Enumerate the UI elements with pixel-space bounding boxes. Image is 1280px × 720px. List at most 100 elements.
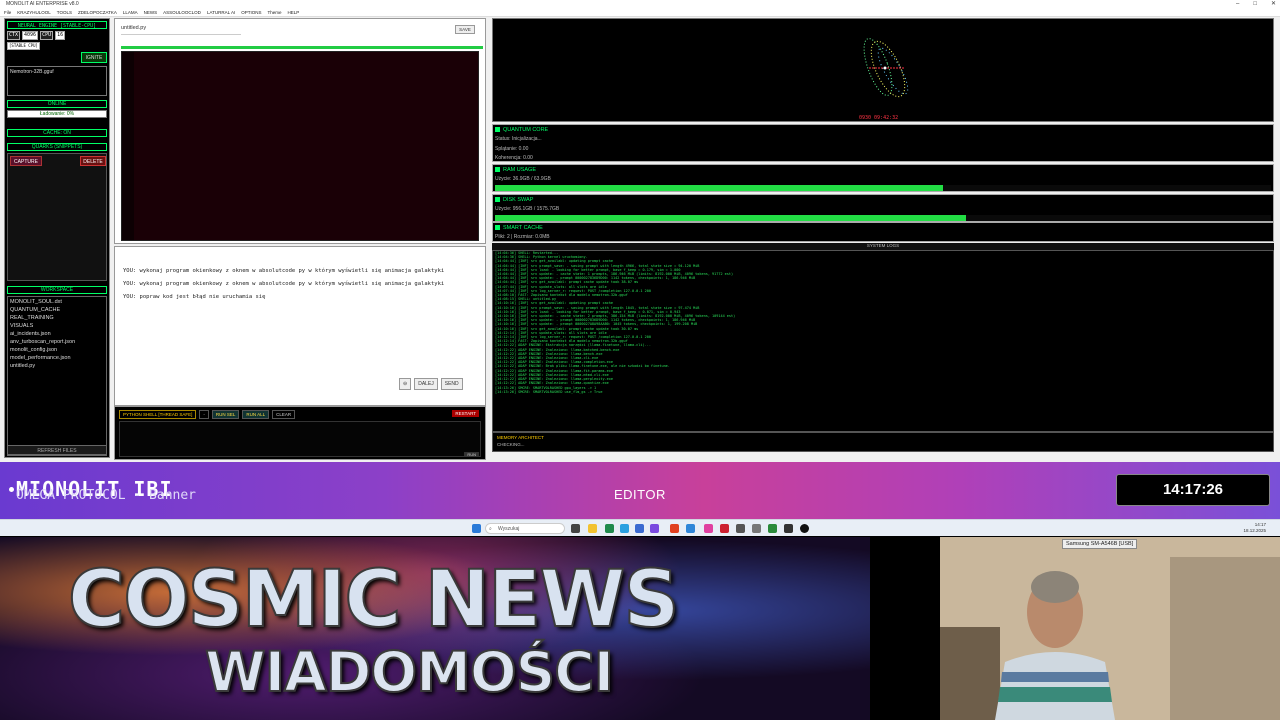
cosmic-news-graphic: COSMIC NEWS WIADOMOŚCI [0, 537, 870, 720]
refresh-files-button[interactable]: REFRESH FILES [7, 445, 107, 455]
menu-laturral-ai[interactable]: LATURRAL AI [207, 9, 235, 16]
list-item[interactable]: anv_turboscan_report.json [10, 338, 104, 346]
menu-assouloclod[interactable]: ASSOULOOCLOD [163, 9, 201, 16]
memory-status: CHECKING... [497, 442, 525, 447]
close-icon[interactable]: ✕ [1271, 0, 1276, 9]
title-bar: MONOLIT AI ENTERPRISE v8.0 – □ ✕ [0, 0, 1280, 9]
shell-minus-button[interactable]: - [199, 410, 209, 419]
menu-news[interactable]: NEWS [144, 9, 158, 16]
ram-progress-bar [495, 185, 1271, 191]
dalej-button[interactable]: DALEJ [414, 378, 438, 390]
cosmic-news-title: COSMIC NEWS [67, 554, 681, 646]
app-window: MONOLIT AI ENTERPRISE v8.0 – □ ✕ File KR… [0, 0, 1280, 462]
ram-progress-fill [495, 185, 943, 191]
capture-button[interactable]: CAPTURE [10, 156, 42, 166]
delete-button[interactable]: DELETE [80, 156, 106, 166]
list-item[interactable]: REAL_TRAINING [10, 314, 104, 322]
shell-output[interactable] [119, 421, 481, 457]
ram-icon [495, 167, 500, 173]
quantum-status: Status: Inicjalizacja... [495, 136, 542, 142]
menu-theme[interactable]: Theme [267, 9, 281, 16]
list-item[interactable]: untitled.py [10, 362, 104, 370]
quantum-icon [495, 127, 500, 133]
app-icon[interactable] [650, 524, 659, 533]
cache-status: CACHE: ON [7, 129, 107, 137]
menu-file[interactable]: File [4, 9, 11, 16]
quantum-coherence: Koherencja: 0.00 [495, 155, 533, 161]
app-icon[interactable] [635, 524, 644, 533]
taskbar-date: 18.12.2025 [1243, 528, 1266, 533]
edge-icon[interactable] [620, 524, 629, 533]
smart-title: SMART CACHE [495, 225, 543, 231]
quantum-title: QUANTUM CORE [495, 127, 548, 133]
app-icon[interactable] [752, 524, 761, 533]
list-item[interactable]: ai_incidents.json [10, 330, 104, 338]
list-item[interactable]: QUANTUM_CACHE [10, 306, 104, 314]
filename-tab[interactable]: untitled.py [121, 25, 241, 35]
task-view-icon[interactable] [571, 524, 580, 533]
loading-progress: Ładowanie: 0% [7, 110, 107, 118]
list-item[interactable]: VISUALS [10, 322, 104, 330]
stable-cpu-checkbox[interactable]: [STABLE CPU] [7, 42, 40, 50]
send-button[interactable]: SEND [440, 378, 463, 390]
app-icon[interactable] [720, 524, 729, 533]
clear-button[interactable]: CLEAR [272, 410, 296, 419]
black-spacer [870, 537, 940, 720]
app-icon[interactable] [736, 524, 745, 533]
minimize-icon[interactable]: – [1236, 0, 1239, 9]
app-icon[interactable] [704, 524, 713, 533]
taskbar-search[interactable]: ⌕ Wyszukaj [485, 523, 565, 534]
app-icon[interactable] [686, 524, 695, 533]
window-title: MONOLIT AI ENTERPRISE v8.0 [6, 1, 79, 7]
brave-icon[interactable] [670, 524, 679, 533]
start-icon[interactable] [472, 524, 481, 533]
save-button[interactable]: SAVE [455, 25, 475, 34]
stable-row: [STABLE CPU] [7, 42, 107, 50]
maximize-icon[interactable]: □ [1253, 0, 1257, 9]
cosmic-news-subtitle: WIADOMOŚCI [204, 639, 615, 705]
taskbar-clock[interactable]: 14:17 18.12.2025 [1243, 522, 1266, 534]
menu-tools[interactable]: TOOLS [57, 9, 72, 16]
obs-icon[interactable] [800, 524, 809, 533]
menu-bar: File KRAZYHULOOL TOOLS ZDELOPOCZATKA LLA… [0, 9, 1280, 17]
system-logs[interactable]: [14:04:36] SHELL: Restarted... [14:04:36]… [492, 250, 1274, 432]
cpu-input[interactable]: 16 [55, 31, 66, 40]
file-explorer-icon[interactable] [588, 524, 597, 533]
swap-icon [495, 197, 500, 203]
shell-title: PYTHON SHELL [THREAD SAFE] [119, 410, 197, 419]
swap-progress-bar [495, 215, 1271, 221]
disk-swap-panel: DISK SWAP Użycie: 956.1GB / 1575.7GB [492, 194, 1274, 222]
restart-button[interactable]: RESTART [452, 410, 479, 417]
menu-options[interactable]: OPTIONS [241, 9, 261, 16]
list-item[interactable]: model_performance.json [10, 354, 104, 362]
swap-usage-text: Użycie: 956.1GB / 1575.7GB [495, 206, 560, 212]
list-item[interactable]: monolit_config.json [10, 346, 104, 354]
menu-zdelopoczatka[interactable]: ZDELOPOCZATKA [78, 9, 117, 16]
stop-button[interactable]: ⊖ [399, 378, 412, 390]
quarks-header: QUARKS (SNIPPETS) [7, 143, 107, 151]
menu-llama[interactable]: LLAMA [123, 9, 138, 16]
list-item[interactable]: MONOLIT_SOUL.dxt [10, 298, 104, 306]
run-all-button[interactable]: RUN ALL [242, 410, 270, 419]
menu-krazyhulool[interactable]: KRAZYHULOOL [17, 9, 51, 16]
run-sel-button[interactable]: RUN SEL [211, 410, 240, 419]
run-button[interactable]: RUN [464, 452, 479, 457]
model-select[interactable]: Nemotron-32B.gguf [7, 66, 107, 96]
search-icon: ⌕ [489, 526, 492, 532]
banner-mode: EDITOR [614, 487, 666, 502]
taskbar: ⌕ Wyszukaj 14:17 18.12.2025 [0, 519, 1280, 536]
ignite-button[interactable]: IGNITE [81, 52, 107, 63]
menu-help[interactable]: HELP [287, 9, 299, 16]
banner-subtitle: OMEGA PROTOCOL - Banner [16, 488, 197, 503]
chat-message: YOU: popraw kod jest błąd nie uruchamia … [123, 294, 266, 300]
app-icon[interactable] [768, 524, 777, 533]
swap-progress-fill [495, 215, 967, 221]
app-icon[interactable] [605, 524, 614, 533]
galaxy-animation [863, 38, 909, 98]
quantum-title-text: QUANTUM CORE [503, 127, 549, 133]
terminal-icon[interactable] [784, 524, 793, 533]
editor-status-bar [121, 46, 483, 49]
code-textarea[interactable] [121, 51, 479, 241]
ctx-input[interactable]: 4096 [22, 31, 39, 40]
memory-architect-panel: MEMORY ARCHITECT CHECKING... [492, 432, 1274, 452]
